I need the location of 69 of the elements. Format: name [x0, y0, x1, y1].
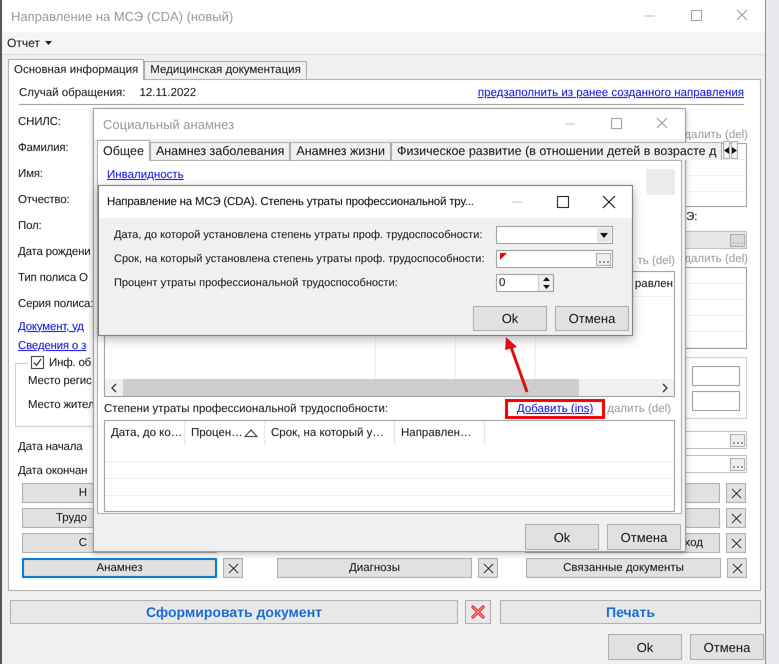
- tab[interactable]: Анамнез заболевания: [150, 142, 290, 160]
- checkbox-label: Инф. об: [49, 356, 92, 368]
- document-link[interactable]: Документ, уд: [18, 320, 84, 332]
- ok-button[interactable]: Ok: [525, 524, 599, 550]
- spinner-icon: [542, 275, 550, 291]
- field-label: Пол:: [18, 220, 42, 232]
- field-label: Срок, на который установлена степень утраты проф. трудоспособности:: [113, 253, 486, 265]
- field-label: Э:: [686, 211, 698, 225]
- print-button[interactable]: Печать: [500, 600, 761, 624]
- field-label: СНИЛС:: [18, 116, 61, 128]
- close-icon[interactable]: [726, 483, 746, 503]
- caret-icon: [44, 41, 52, 45]
- field-label: Фамилия:: [18, 142, 68, 154]
- section-button[interactable]: Диагнозы: [277, 558, 472, 578]
- close-icon[interactable]: [726, 508, 746, 528]
- tab[interactable]: Основная информация: [8, 59, 144, 80]
- scroll-right-icon[interactable]: [662, 382, 668, 392]
- arrow: [505, 337, 528, 392]
- scroll-left-icon[interactable]: [723, 141, 730, 159]
- date-field[interactable]: [496, 250, 613, 268]
- close-icon[interactable]: [726, 533, 746, 553]
- cancel-button[interactable]: Отмена: [690, 634, 764, 660]
- sort-icon: [244, 429, 258, 437]
- section-button[interactable]: Анамнез: [22, 558, 217, 578]
- scroll-left-icon[interactable]: [111, 382, 117, 392]
- tab[interactable]: Медицинская документация: [144, 61, 307, 79]
- field-label: Дата, до которой установлена степень утраты проф. трудоспособности:: [113, 229, 484, 241]
- case-label: Случай обращения:: [19, 86, 126, 98]
- ok-button[interactable]: Ok: [473, 306, 547, 331]
- field-label: Тип полиса О: [18, 272, 88, 284]
- disability-link[interactable]: Инвалидность: [107, 169, 184, 181]
- window-title: Направление на МСЭ (CDA) (новый): [10, 8, 234, 24]
- dropdown-icon: [600, 232, 608, 238]
- dropdown-field[interactable]: [496, 226, 613, 244]
- field-label: Место регис: [28, 375, 92, 387]
- field-label: Серия полиса:: [18, 298, 94, 310]
- field-label: Имя:: [18, 168, 43, 180]
- document-link[interactable]: Сведения о з: [18, 340, 86, 352]
- checkbox[interactable]: [31, 356, 44, 369]
- tab[interactable]: Анамнез жизни: [290, 142, 391, 160]
- tab[interactable]: Общее: [97, 140, 150, 161]
- cancel-button[interactable]: Отмена: [607, 524, 681, 550]
- column-header[interactable]: равлен: [634, 278, 674, 290]
- text-field[interactable]: [692, 366, 740, 386]
- field-label: Дата рождени: [18, 246, 90, 258]
- field-label: Отчество:: [18, 194, 70, 206]
- number-field[interactable]: 0: [496, 274, 554, 292]
- text-field[interactable]: [692, 390, 740, 410]
- tab[interactable]: Физическое развитие (в отношении детей в возрасте д: [390, 142, 722, 160]
- scrollbar[interactable]: [105, 379, 674, 396]
- generate-button[interactable]: Сформировать документ: [10, 600, 458, 624]
- menu-item[interactable]: Отчет: [2, 36, 57, 50]
- section-button[interactable]: Связанные документы: [526, 558, 721, 578]
- cancel-button[interactable]: Отмена: [555, 306, 629, 331]
- dialog-title: Направление на МСЭ (CDA). Степень утраты профессиональной тру...: [106, 196, 475, 208]
- field-label: Дата начала: [18, 441, 82, 453]
- section-label: Степени утраты профессиональной трудоспобности:: [104, 403, 388, 415]
- add-link[interactable]: Добавить (ins): [516, 403, 594, 415]
- close-icon[interactable]: [223, 558, 243, 578]
- ok-button[interactable]: Ok: [608, 634, 682, 660]
- close-icon[interactable]: [478, 558, 498, 578]
- prefill-link[interactable]: предзаполнить из ранее созданного направления: [478, 86, 744, 98]
- close-icon[interactable]: [727, 558, 747, 578]
- delete-icon[interactable]: [465, 600, 491, 624]
- scroll-right-icon[interactable]: [731, 141, 738, 159]
- field-label: Процент утраты профессиональной трудоспособности:: [113, 277, 399, 289]
- dialog-title: Социальный анамнез: [102, 116, 235, 132]
- case-date: 12.11.2022: [139, 86, 196, 98]
- field-label: Дата окончан: [18, 465, 88, 477]
